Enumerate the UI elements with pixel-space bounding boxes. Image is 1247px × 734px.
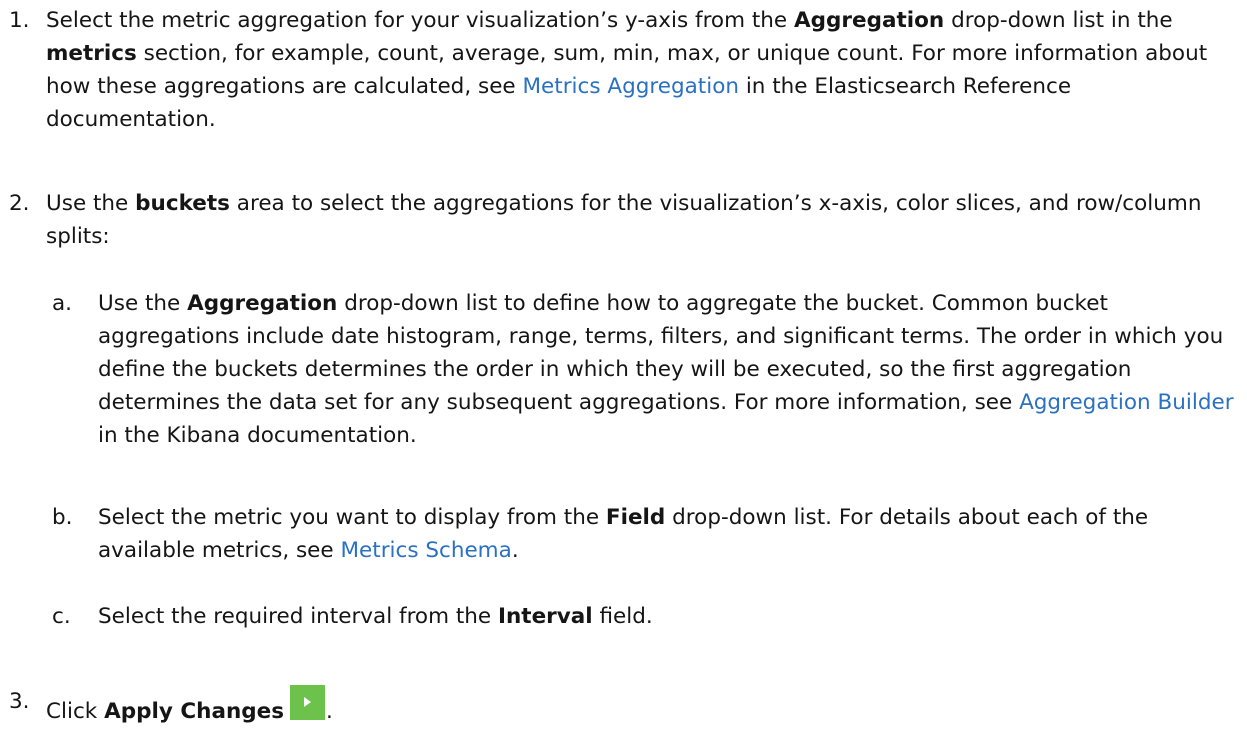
aggregation-term: Aggregation bbox=[794, 8, 945, 33]
substep-text: Select the required interval from the In… bbox=[98, 604, 653, 629]
aggregation-builder-link[interactable]: Aggregation Builder bbox=[1019, 390, 1233, 415]
substep-letter: b. bbox=[52, 505, 73, 530]
substep-text: Select the metric you want to display fr… bbox=[98, 505, 1149, 563]
apply-changes-button[interactable] bbox=[290, 685, 326, 720]
buckets-term: buckets bbox=[135, 191, 230, 216]
step-text: Use the buckets area to select the aggre… bbox=[46, 191, 1202, 249]
substep-text: Use the Aggregation drop-down list to de… bbox=[98, 291, 1234, 448]
field-term: Field bbox=[605, 505, 666, 530]
interval-term: Interval bbox=[498, 604, 593, 629]
metrics-schema-link[interactable]: Metrics Schema bbox=[340, 538, 511, 563]
metrics-term: metrics bbox=[46, 41, 137, 66]
step-text: Select the metric aggregation for your v… bbox=[46, 8, 1208, 132]
play-icon bbox=[304, 697, 312, 707]
substep-letter: c. bbox=[52, 604, 71, 629]
apply-changes-term: Apply Changes bbox=[104, 699, 285, 724]
substep-letter: a. bbox=[52, 291, 73, 316]
step-number: 2. bbox=[9, 191, 30, 216]
metrics-aggregation-link[interactable]: Metrics Aggregation bbox=[523, 74, 739, 99]
step-number: 1. bbox=[9, 8, 30, 33]
aggregation-term: Aggregation bbox=[187, 291, 338, 316]
step-text: Click Apply Changes. bbox=[46, 685, 1236, 728]
step-number: 3. bbox=[9, 689, 30, 714]
